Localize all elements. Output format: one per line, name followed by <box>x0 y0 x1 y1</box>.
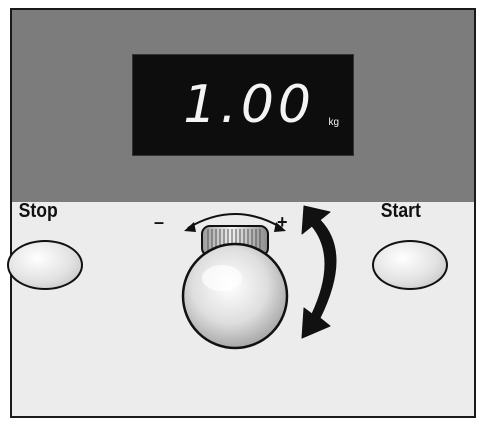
start-button[interactable] <box>372 240 448 290</box>
knob-highlight <box>202 265 242 291</box>
stop-label: Stop <box>18 200 58 222</box>
weight-unit: kg <box>328 117 339 128</box>
turn-direction-arrow-icon <box>301 205 337 339</box>
digital-display: 1.00 kg <box>132 54 354 156</box>
arc-left-arrowhead-icon <box>184 222 196 232</box>
knob-body <box>181 242 289 350</box>
start-label: Start <box>380 200 421 222</box>
rotary-knob[interactable] <box>160 196 310 366</box>
weight-readout: 1.00 <box>183 75 315 135</box>
arc-right-arrowhead-icon <box>274 222 286 232</box>
stop-button[interactable] <box>7 240 83 290</box>
panel-upper-section: 1.00 kg <box>12 10 474 202</box>
